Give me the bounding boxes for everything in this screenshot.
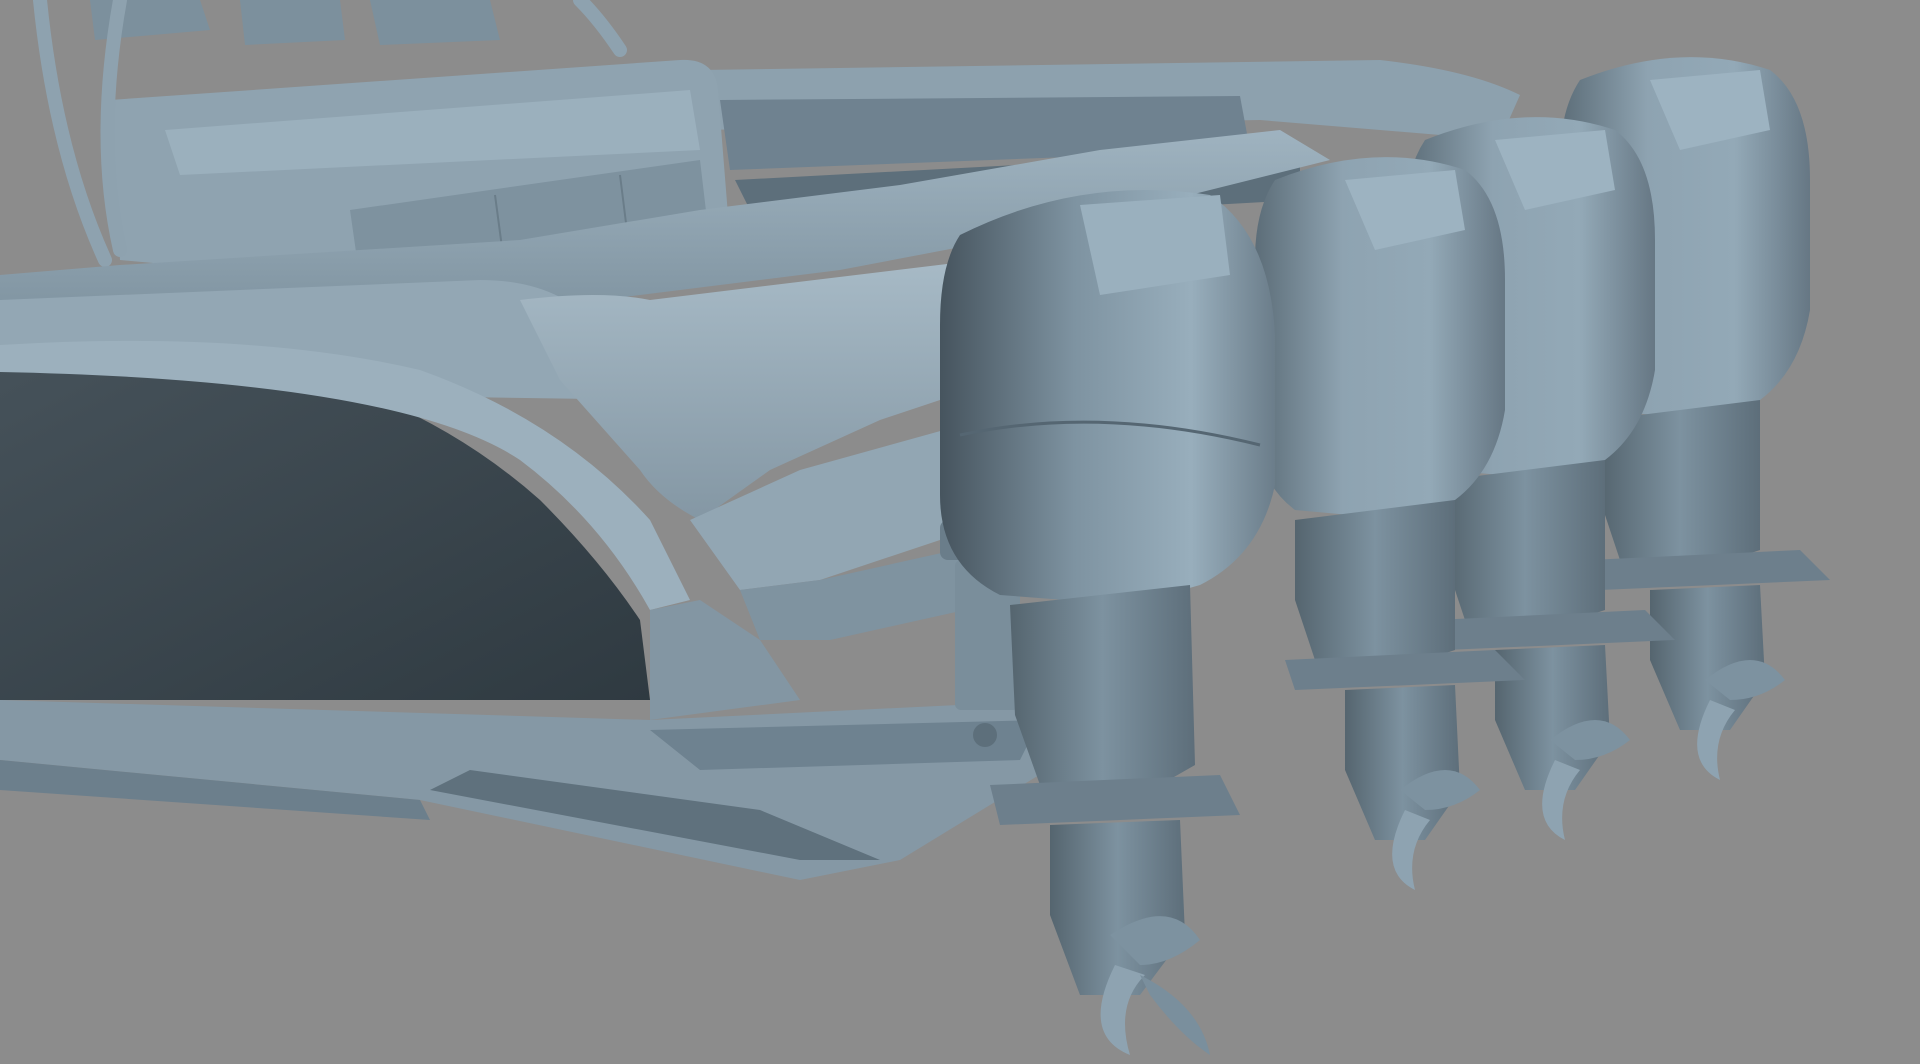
boat-render — [0, 0, 1920, 1064]
render-viewport — [0, 0, 1920, 1064]
